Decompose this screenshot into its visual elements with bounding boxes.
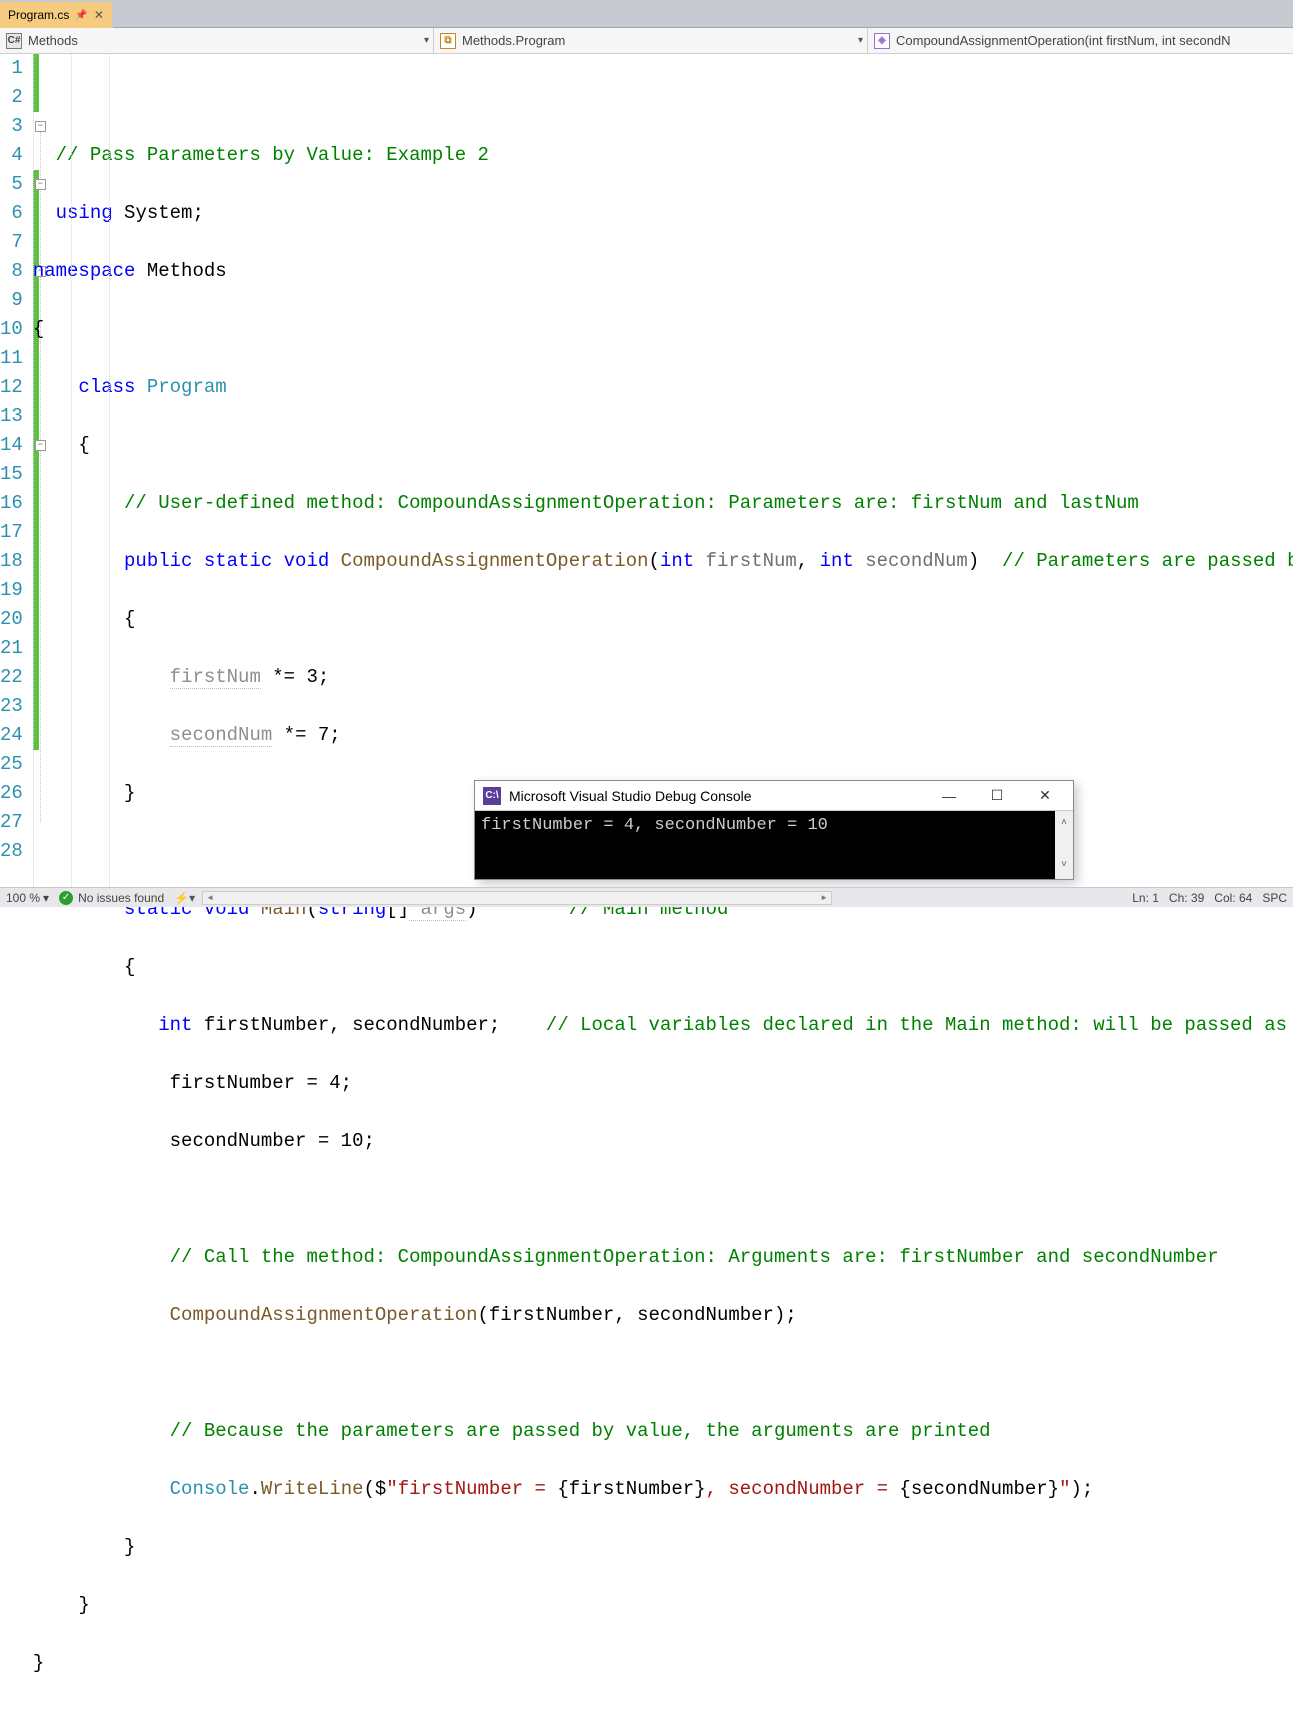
code-editor[interactable]: 1 2 3 4 5 6 7 8 9 10 11 12 13 14 15 16 1…	[0, 54, 1293, 887]
console-title: Microsoft Visual Studio Debug Console	[509, 788, 752, 804]
debug-console-window[interactable]: C:\ Microsoft Visual Studio Debug Consol…	[474, 780, 1074, 880]
close-icon[interactable]: ✕	[94, 8, 104, 22]
zoom-selector[interactable]: 100 %▾	[6, 891, 49, 905]
code-text-area[interactable]: // Pass Parameters by Value: Example 2 u…	[33, 54, 1293, 887]
maximize-button[interactable]: ☐	[977, 787, 1017, 804]
chevron-down-icon: ▾	[43, 891, 49, 905]
status-ins-mode[interactable]: SPC	[1262, 891, 1287, 905]
status-bar: 100 %▾ ✓ No issues found ⚡▾ Ln: 1 Ch: 39…	[0, 887, 1293, 907]
nav-member-label: CompoundAssignmentOperation(int firstNum…	[896, 33, 1231, 48]
line-number-gutter: 1 2 3 4 5 6 7 8 9 10 11 12 13 14 15 16 1…	[0, 54, 33, 887]
method-icon: ◈	[874, 33, 890, 49]
nav-class-dropdown[interactable]: ⧉ Methods.Program ▾	[434, 28, 868, 53]
pin-icon[interactable]: 📌	[75, 10, 87, 21]
check-icon: ✓	[59, 891, 73, 905]
class-icon: ⧉	[440, 33, 456, 49]
status-line: Ln: 1	[1132, 891, 1159, 905]
console-body[interactable]: firstNumber = 4, secondNumber = 10 ˄˅	[475, 811, 1073, 879]
csharp-project-icon: C#	[6, 33, 22, 49]
build-action-icon[interactable]: ⚡▾	[174, 891, 192, 905]
status-col: Col: 64	[1214, 891, 1252, 905]
tab-filename: Program.cs	[8, 8, 69, 22]
console-app-icon: C:\	[483, 787, 501, 805]
chevron-down-icon: ▾	[858, 35, 863, 46]
chevron-down-icon: ▾	[424, 35, 429, 46]
navigation-bar: C# Methods ▾ ⧉ Methods.Program ▾ ◈ Compo…	[0, 28, 1293, 54]
document-tab-bar: Program.cs 📌 ✕	[0, 0, 1293, 28]
document-tab-program-cs[interactable]: Program.cs 📌 ✕	[0, 2, 113, 28]
nav-member-dropdown[interactable]: ◈ CompoundAssignmentOperation(int firstN…	[868, 28, 1293, 53]
console-scrollbar[interactable]: ˄˅	[1055, 811, 1073, 879]
horizontal-scrollbar[interactable]	[202, 891, 832, 905]
console-title-bar[interactable]: C:\ Microsoft Visual Studio Debug Consol…	[475, 781, 1073, 811]
console-output: firstNumber = 4, secondNumber = 10	[481, 815, 1055, 875]
close-button[interactable]: ✕	[1025, 787, 1065, 804]
nav-scope-label: Methods	[28, 33, 78, 48]
health-text: No issues found	[78, 891, 164, 905]
error-health[interactable]: ✓ No issues found	[59, 891, 164, 905]
nav-scope-dropdown[interactable]: C# Methods ▾	[0, 28, 434, 53]
status-char: Ch: 39	[1169, 891, 1204, 905]
minimize-button[interactable]: —	[929, 788, 969, 804]
nav-class-label: Methods.Program	[462, 33, 565, 48]
